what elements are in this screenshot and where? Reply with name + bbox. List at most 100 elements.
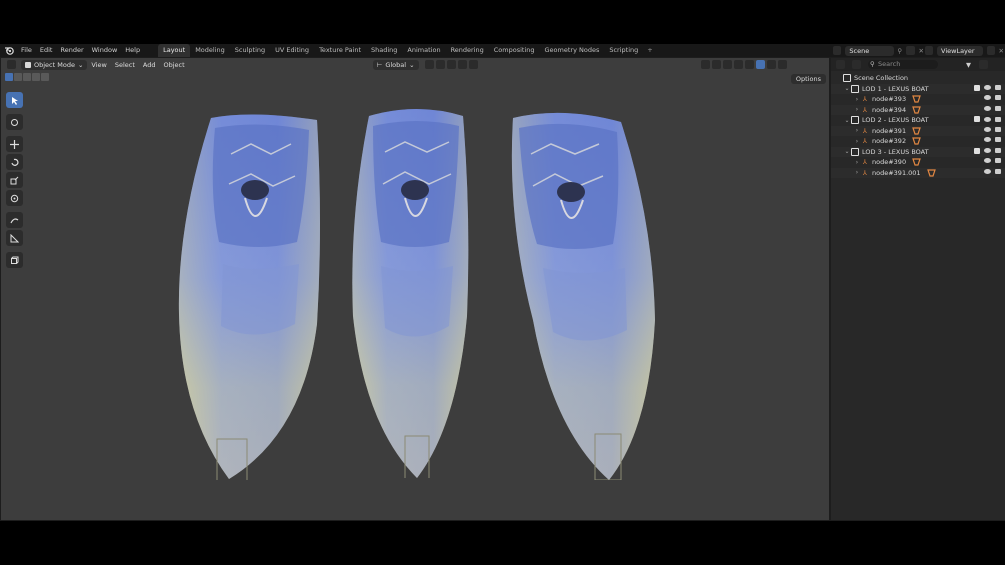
add-menu[interactable]: Add [139, 60, 160, 70]
tab-geometry-nodes[interactable]: Geometry Nodes [540, 44, 605, 57]
display-mode-icon[interactable] [852, 60, 861, 69]
camera-icon[interactable] [995, 116, 1001, 122]
outliner-search-input[interactable]: ⚲ Search [868, 60, 938, 69]
camera-icon[interactable] [995, 126, 1001, 132]
outliner-row-object[interactable]: › ⅄ node#390 [831, 157, 1005, 168]
3d-viewport[interactable]: Object Mode ⌄ View Select Add Object ⊢ G… [1, 58, 829, 520]
chevron-right-icon[interactable]: › [853, 159, 861, 166]
options-dropdown[interactable]: Options [790, 74, 826, 84]
outliner-row-object[interactable]: › ⅄ node#393 [831, 94, 1005, 105]
outliner-row-object[interactable]: › ⅄ node#394 [831, 104, 1005, 115]
menu-help[interactable]: Help [121, 44, 144, 57]
camera-icon[interactable] [995, 85, 1001, 90]
select-extend-icon[interactable] [14, 73, 22, 81]
add-cube-tool-icon[interactable] [6, 252, 23, 268]
tab-uv-editing[interactable]: UV Editing [270, 44, 314, 57]
eye-icon[interactable] [984, 116, 991, 122]
chevron-right-icon[interactable]: › [853, 127, 861, 134]
outliner-editor-type-icon[interactable] [836, 60, 845, 69]
new-viewlayer-icon[interactable] [986, 46, 995, 55]
select-intersect-icon[interactable] [41, 73, 49, 81]
select-menu[interactable]: Select [111, 60, 139, 70]
object-menu[interactable]: Object [160, 60, 189, 70]
tab-shading[interactable]: Shading [366, 44, 402, 57]
outliner-row-collection[interactable]: ⌄ LOD 1 - LEXUS BOAT [831, 83, 1005, 94]
delete-viewlayer-icon[interactable]: ✕ [999, 47, 1004, 55]
measure-tool-icon[interactable] [6, 230, 23, 246]
select-difference-icon[interactable] [32, 73, 40, 81]
menu-render[interactable]: Render [56, 44, 87, 57]
viewlayer-icon[interactable] [925, 46, 934, 55]
tab-sculpting[interactable]: Sculpting [230, 44, 270, 57]
scene-icon[interactable] [833, 46, 842, 55]
rotate-tool-icon[interactable] [6, 154, 23, 170]
chevron-right-icon[interactable]: › [853, 138, 861, 145]
tab-compositing[interactable]: Compositing [489, 44, 540, 57]
eye-icon[interactable] [984, 168, 991, 174]
select-subtract-icon[interactable] [23, 73, 31, 81]
tab-animation[interactable]: Animation [402, 44, 445, 57]
gizmo-icon[interactable] [711, 60, 721, 69]
tab-modeling[interactable]: Modeling [190, 44, 230, 57]
new-collection-icon[interactable] [979, 60, 988, 69]
viewlayer-name-field[interactable]: ViewLayer [937, 45, 983, 56]
chevron-down-icon[interactable]: ⌄ [843, 117, 851, 124]
move-tool-icon[interactable] [6, 136, 23, 152]
outliner-row-object[interactable]: › ⅄ node#391 [831, 125, 1005, 136]
eye-icon[interactable] [984, 85, 991, 90]
camera-icon[interactable] [995, 105, 1001, 111]
boat-lod3-mesh[interactable] [503, 110, 663, 480]
outliner-row-collection[interactable]: ⌄ LOD 3 - LEXUS BOAT [831, 146, 1005, 157]
wireframe-shading-icon[interactable] [744, 60, 754, 69]
boat-lod2-mesh[interactable] [345, 106, 505, 478]
chevron-down-icon[interactable]: ⌄ [843, 148, 851, 155]
rendered-shading-icon[interactable] [777, 60, 787, 69]
new-scene-icon[interactable] [906, 46, 915, 55]
add-workspace-button[interactable]: + [643, 44, 656, 57]
select-box-tool-icon[interactable] [6, 92, 23, 108]
proportional-edit-icon[interactable] [457, 60, 467, 69]
exclude-checkbox[interactable] [974, 116, 980, 122]
eye-icon[interactable] [984, 137, 991, 142]
chevron-right-icon[interactable]: › [853, 96, 861, 103]
eye-icon[interactable] [984, 126, 991, 132]
pin-icon[interactable]: ⚲ [897, 47, 902, 55]
annotate-tool-icon[interactable] [6, 212, 23, 228]
tab-layout[interactable]: Layout [158, 44, 191, 57]
eye-icon[interactable] [984, 148, 991, 153]
cursor-tool-icon[interactable] [6, 114, 23, 130]
outliner-row-object[interactable]: › ⅄ node#392 [831, 136, 1005, 147]
exclude-checkbox[interactable] [974, 84, 980, 91]
visibility-icon[interactable] [700, 60, 710, 69]
mode-dropdown[interactable]: Object Mode ⌄ [21, 59, 88, 70]
boat-lod1-mesh[interactable] [171, 114, 331, 480]
pivot-icon[interactable] [424, 60, 434, 69]
camera-icon[interactable] [995, 168, 1001, 174]
camera-icon[interactable] [995, 158, 1001, 163]
chevron-right-icon[interactable]: › [853, 169, 861, 176]
overlay-icon[interactable] [722, 60, 732, 69]
material-shading-icon[interactable] [766, 60, 776, 69]
menu-edit[interactable]: Edit [36, 44, 57, 57]
scene-name-field[interactable]: Scene [845, 45, 895, 56]
xray-icon[interactable] [733, 60, 743, 69]
camera-icon[interactable] [995, 148, 1001, 153]
blender-logo-icon[interactable] [4, 46, 14, 56]
menu-window[interactable]: Window [88, 44, 122, 57]
exclude-checkbox[interactable] [974, 147, 980, 154]
snap-icon[interactable] [435, 60, 445, 69]
falloff-icon[interactable] [468, 60, 478, 69]
transform-tool-icon[interactable] [6, 190, 23, 206]
camera-icon[interactable] [995, 137, 1001, 142]
eye-icon[interactable] [984, 105, 991, 111]
eye-icon[interactable] [984, 95, 991, 100]
outliner-row-collection[interactable]: ⌄ LOD 2 - LEXUS BOAT [831, 115, 1005, 126]
select-new-icon[interactable] [5, 73, 13, 81]
camera-icon[interactable] [995, 95, 1001, 100]
orientation-dropdown[interactable]: ⊢ Global ⌄ [372, 59, 419, 70]
tab-scripting[interactable]: Scripting [604, 44, 643, 57]
chevron-right-icon[interactable]: › [853, 106, 861, 113]
snap-target-icon[interactable] [446, 60, 456, 69]
outliner-row-scene-collection[interactable]: Scene Collection [831, 73, 1005, 84]
eye-icon[interactable] [984, 158, 991, 163]
